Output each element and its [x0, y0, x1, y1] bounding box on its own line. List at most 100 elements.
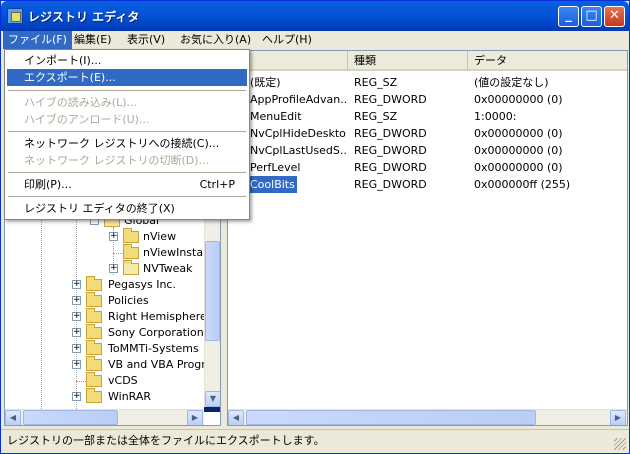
tree-item-label: nViewInsta [143, 246, 204, 259]
tree-item-label: WinRAR [108, 390, 152, 403]
menu-print[interactable]: 印刷(P)... Ctrl+P [7, 176, 247, 193]
tree-hscroll-thumb[interactable] [23, 410, 118, 425]
scroll-left-icon[interactable]: ◀ [5, 410, 21, 425]
tree-item-label: Policies [108, 294, 149, 307]
expand-icon[interactable]: + [72, 392, 81, 401]
value-name: NvCplHideDeskto... [250, 127, 346, 140]
tree-item-label: NVTweak [143, 262, 193, 275]
menu-favorites[interactable]: お気に入り(A) [175, 31, 256, 49]
file-menu-dropdown: インポート(I)... エクスポート(E)... ハイブの読み込み(L)... … [4, 49, 250, 220]
scroll-right-icon[interactable]: ▶ [610, 410, 626, 425]
menu-separator [8, 131, 246, 132]
menu-exit[interactable]: レジストリ エディタの終了(X) [7, 200, 247, 217]
expand-icon[interactable]: + [72, 344, 81, 353]
tree-item-label: vCDS [108, 374, 138, 387]
menu-separator [8, 172, 246, 173]
value-row[interactable]: NvCplHideDeskto... REG_DWORD 0x00000000 … [228, 125, 627, 142]
menu-import[interactable]: インポート(I)... [7, 52, 247, 69]
value-row-selected[interactable]: CoolBits REG_DWORD 0x000000ff (255) [228, 176, 627, 193]
value-data: 1:0000: [474, 110, 517, 123]
menu-disconnect-network-registry: ネットワーク レジストリの切断(D)... [24, 154, 210, 167]
expand-icon[interactable]: + [109, 232, 118, 241]
tree-item-label: ToMMTi-Systems [108, 342, 199, 355]
folder-icon [123, 244, 139, 259]
scroll-right-icon[interactable]: ▶ [187, 410, 203, 425]
value-data: (値の設定なし) [474, 76, 549, 89]
menu-print-shortcut: Ctrl+P [199, 178, 235, 191]
column-header-data[interactable]: データ [468, 51, 627, 71]
tree-scroll-thumb[interactable] [205, 241, 220, 341]
value-name: CoolBits [248, 176, 297, 193]
value-name: PerfLevel [250, 161, 301, 174]
tree-connector [113, 253, 123, 254]
value-data: 0x00000000 (0) [474, 144, 563, 157]
menu-file[interactable]: ファイル(F) [3, 31, 72, 49]
value-data: 0x00000000 (0) [474, 127, 563, 140]
folder-icon [86, 276, 102, 291]
expand-icon[interactable]: + [109, 264, 118, 273]
tree-item-label: Pegasys Inc. [108, 278, 176, 291]
menu-separator [8, 196, 246, 197]
maximize-button[interactable]: □ [581, 6, 602, 27]
value-type: REG_SZ [354, 110, 398, 123]
tree-item-label: VB and VBA Progr [108, 358, 206, 371]
value-type: REG_DWORD [354, 144, 427, 157]
value-row[interactable]: NvCplLastUsedS... REG_DWORD 0x00000000 (… [228, 142, 627, 159]
value-type: REG_SZ [354, 76, 398, 89]
folder-icon [86, 356, 102, 371]
value-data: 0x00000000 (0) [474, 93, 563, 106]
value-list-pane[interactable]: 前 種類 データ (既定) REG_SZ (値の設定なし) AppProfile… [227, 50, 628, 426]
value-name: NvCplLastUsedS... [250, 144, 346, 157]
menu-unload-hive: ハイブのアンロード(U)... [24, 113, 150, 126]
folder-icon [86, 388, 102, 403]
list-hscroll-thumb[interactable] [246, 410, 536, 425]
menu-view[interactable]: 表示(V) [122, 31, 170, 49]
registry-app-icon [7, 8, 23, 24]
folder-icon [86, 308, 102, 323]
registry-editor-window: レジストリ エディタ _ □ ✕ ファイル(F) 編集(E) 表示(V) お気に… [0, 0, 630, 454]
value-row[interactable]: PerfLevel REG_DWORD 0x00000000 (0) [228, 159, 627, 176]
scroll-left-icon[interactable]: ◀ [228, 410, 244, 425]
expand-icon[interactable]: + [72, 312, 81, 321]
scroll-down-icon[interactable]: ▼ [205, 391, 220, 407]
folder-icon [86, 292, 102, 307]
folder-open-icon [123, 260, 139, 275]
expand-icon[interactable]: + [72, 360, 81, 369]
minimize-button[interactable]: _ [558, 6, 579, 27]
menu-print-label: 印刷(P)... [24, 178, 72, 191]
value-data: 0x000000ff (255) [474, 178, 571, 191]
folder-icon [123, 228, 139, 243]
list-horizontal-scrollbar[interactable]: ◀ ▶ [228, 409, 627, 425]
column-header-type[interactable]: 種類 [348, 51, 468, 71]
tree-item-label: nView [143, 230, 177, 243]
expand-icon[interactable]: + [72, 328, 81, 337]
folder-icon [86, 324, 102, 339]
value-row[interactable]: MenuEdit REG_SZ 1:0000: [228, 108, 627, 125]
tree-item-label: Right Hemisphere [108, 310, 207, 323]
menu-help[interactable]: ヘルプ(H) [257, 31, 317, 49]
folder-icon [86, 372, 102, 387]
status-bar: レジストリの一部または全体をファイルにエクスポートします。 [1, 429, 629, 453]
close-button[interactable]: ✕ [604, 6, 625, 27]
value-type: REG_DWORD [354, 127, 427, 140]
menu-edit[interactable]: 編集(E) [69, 31, 117, 49]
menu-export[interactable]: エクスポート(E)... [7, 69, 247, 86]
menu-connect-network-registry[interactable]: ネットワーク レジストリへの接続(C)... [7, 135, 247, 152]
expand-icon[interactable]: + [72, 296, 81, 305]
value-name: AppProfileAdvan... [250, 93, 346, 106]
expand-icon[interactable]: + [72, 280, 81, 289]
value-data: 0x00000000 (0) [474, 161, 563, 174]
menu-bar: ファイル(F) 編集(E) 表示(V) お気に入り(A) ヘルプ(H) [1, 31, 629, 49]
value-row[interactable]: AppProfileAdvan... REG_DWORD 0x00000000 … [228, 91, 627, 108]
status-text: レジストリの一部または全体をファイルにエクスポートします。 [7, 434, 325, 447]
value-name: (既定) [250, 76, 281, 89]
tree-horizontal-scrollbar[interactable]: ◀ ▶ [5, 409, 204, 425]
window-title: レジストリ エディタ [28, 10, 140, 24]
menu-load-hive: ハイブの読み込み(L)... [24, 96, 137, 109]
value-row[interactable]: (既定) REG_SZ (値の設定なし) [228, 74, 627, 91]
title-bar[interactable]: レジストリ エディタ _ □ ✕ [1, 1, 629, 31]
resize-grip-icon[interactable] [614, 438, 626, 450]
tree-connector [76, 381, 86, 382]
value-type: REG_DWORD [354, 161, 427, 174]
folder-icon [86, 340, 102, 355]
